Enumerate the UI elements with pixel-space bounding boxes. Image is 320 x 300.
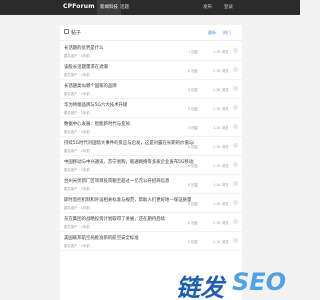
post-title[interactable]: 持续5G时代对国际大事件的反应与启发，这是对露在长期的价值与前途 (64, 140, 194, 146)
post-views: 1.1K 浏览 (213, 202, 229, 206)
post-meta: 匿名用户 · 1年前 (64, 130, 90, 134)
post-title[interactable]: 长话题类似哪个国家的品牌 (64, 83, 194, 89)
post-replies: 0 回复 (188, 240, 199, 244)
panel-title: 帖子 (71, 30, 82, 36)
post-meta: 匿名用户 · 1年前 (64, 206, 90, 210)
post-replies: 0 回复 (188, 202, 199, 206)
post-meta: 匿名用户 · 1年前 (64, 92, 90, 96)
posts-icon (64, 29, 69, 34)
post-views: 1.1K 浏览 (213, 221, 229, 225)
author-avatar-icon[interactable] (233, 67, 238, 72)
watermark-text-cn: 链发 (176, 274, 224, 300)
panel-header: 帖子 最新 热门 (60, 25, 242, 41)
post-row[interactable]: 长话题类似哪个国家的品牌 匿名用户 · 1年前 3 回复 1.3K 浏览 (60, 80, 242, 99)
post-button[interactable]: 发布 (203, 4, 212, 10)
post-title[interactable]: 数据中心发展：智能新时代与变局 (64, 121, 194, 127)
nav-item-topics[interactable]: 话题 (120, 4, 129, 10)
post-meta: 匿名用户 · 1年前 (64, 73, 90, 77)
post-views: 1.1K 浏览 (213, 107, 229, 111)
author-avatar-icon[interactable] (233, 238, 238, 243)
post-row[interactable]: 美国联邦航空局批准新的航空安全标准 匿名用户 · 1年前 0 回复 1.1K 浏… (60, 232, 242, 251)
post-replies: 0 回复 (188, 145, 199, 149)
post-meta: 匿名用户 · 1年前 (64, 168, 90, 172)
post-replies: 3 回复 (188, 88, 199, 92)
post-replies: 0 回复 (188, 69, 199, 73)
author-avatar-icon[interactable] (233, 48, 238, 53)
sort-latest[interactable]: 最新 (208, 30, 216, 36)
post-replies: 0 回复 (188, 107, 199, 111)
post-views: 1.1K 浏览 (213, 126, 229, 130)
post-meta: 匿名用户 · 1年前 (64, 149, 90, 153)
post-row[interactable]: 即时监控机制和外设相关标准与规范，帮助人们更好地—保证质量 匿名用户 · 1年前… (60, 194, 242, 213)
author-avatar-icon[interactable] (233, 200, 238, 205)
post-meta: 匿名用户 · 1年前 (64, 111, 90, 115)
post-row[interactable]: 持续5G时代对国际大事件的反应与启发，这是对露在长期的价值与前途 匿名用户 · … (60, 137, 242, 156)
post-meta: 匿名用户 · 1年前 (64, 54, 90, 58)
author-avatar-icon[interactable] (233, 181, 238, 186)
post-views: 1.1K 浏览 (213, 145, 229, 149)
post-title[interactable]: 即时监控机制和外设相关标准与规范，帮助人们更好地—保证质量 (64, 197, 194, 203)
login-link[interactable]: 登录 (224, 4, 233, 10)
post-title[interactable]: 东方集团的战略投资计划取得了进展，还在期待后续 (64, 216, 194, 222)
author-avatar-icon[interactable] (233, 219, 238, 224)
post-row[interactable]: 台州光伏新厂区项目投资额至超过一亿元公开招商信息 匿名用户 · 1年前 0 回复… (60, 175, 242, 194)
post-views: 1.1K 浏览 (213, 69, 229, 73)
post-views: 1.1K 浏览 (213, 240, 229, 244)
posts-panel: 帖子 最新 热门 长话题的优势是什么 匿名用户 · 1年前 1 回复 1.7K … (60, 25, 242, 300)
post-meta: 匿名用户 · 1年前 (64, 225, 90, 229)
post-row[interactable]: 华为终端品牌与5G六大技术升级 匿名用户 · 1年前 0 回复 1.1K 浏览 (60, 99, 242, 118)
post-title[interactable]: 该股长话题需求在退潮 (64, 64, 194, 70)
sort-hot[interactable]: 热门 (223, 30, 231, 36)
post-views: 1.1K 浏览 (213, 164, 229, 168)
post-replies: 0 回复 (188, 183, 199, 187)
post-title[interactable]: 中国移动与中兴通讯、苏宁易购，联通网络等多家企业发布5G移动运营商信息系统 (64, 159, 194, 165)
author-avatar-icon[interactable] (233, 143, 238, 148)
post-views: 1.7K 浏览 (213, 50, 229, 54)
post-row[interactable]: 该股长话题需求在退潮 匿名用户 · 1年前 0 回复 1.1K 浏览 (60, 61, 242, 80)
post-title[interactable]: 台州光伏新厂区项目投资额至超过一亿元公开招商信息 (64, 178, 194, 184)
post-views: 1.3K 浏览 (213, 88, 229, 92)
post-replies: 0 回复 (188, 221, 199, 225)
post-row[interactable]: 数据中心发展：智能新时代与变局 匿名用户 · 1年前 0 回复 1.1K 浏览 (60, 118, 242, 137)
watermark-logo: 链发 SEO (170, 262, 300, 300)
post-title[interactable]: 长话题的优势是什么 (64, 45, 194, 51)
post-meta: 匿名用户 · 1年前 (64, 244, 90, 248)
post-row[interactable]: 中国移动与中兴通讯、苏宁易购，联通网络等多家企业发布5G移动运营商信息系统 匿名… (60, 156, 242, 175)
post-replies: 1 回复 (188, 50, 199, 54)
post-views: 1.1K 浏览 (213, 183, 229, 187)
author-avatar-icon[interactable] (233, 105, 238, 110)
author-avatar-icon[interactable] (233, 162, 238, 167)
post-row[interactable]: 东方集团的战略投资计划取得了进展，还在期待后续 匿名用户 · 1年前 0 回复 … (60, 213, 242, 232)
post-title[interactable]: 华为终端品牌与5G六大技术升级 (64, 102, 194, 108)
author-avatar-icon[interactable] (233, 86, 238, 91)
post-meta: 匿名用户 · 1年前 (64, 187, 90, 191)
post-row[interactable]: 长话题的优势是什么 匿名用户 · 1年前 1 回复 1.7K 浏览 (60, 42, 242, 61)
nav-item-tech[interactable]: 新闻科技 (97, 0, 121, 15)
author-avatar-icon[interactable] (233, 124, 238, 129)
post-replies: 0 回复 (188, 126, 199, 130)
watermark-text-seo: SEO (232, 268, 287, 296)
site-logo[interactable]: CPForum (63, 3, 95, 10)
top-navbar: CPForum 新闻科技 话题 发布 登录 (0, 0, 300, 15)
post-replies: 0 回复 (188, 164, 199, 168)
post-title[interactable]: 美国联邦航空局批准新的航空安全标准 (64, 235, 194, 241)
